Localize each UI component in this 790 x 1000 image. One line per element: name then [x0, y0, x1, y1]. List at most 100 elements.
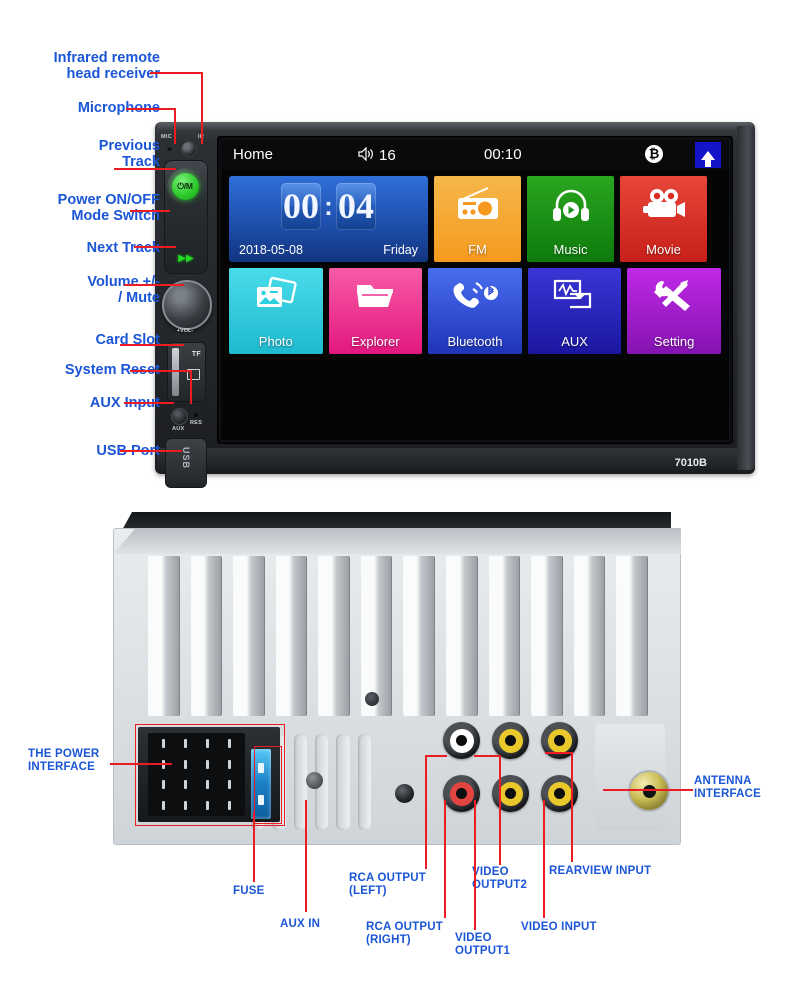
fin: [361, 556, 392, 716]
photo-icon: [229, 276, 323, 321]
rca-yellow-3[interactable]: [492, 775, 529, 812]
callout-power-interface: THE POWER INTERFACE: [28, 748, 100, 773]
callout-rca-right: RCA OUTPUT (RIGHT): [366, 921, 443, 946]
aux-input-jack[interactable]: [171, 408, 188, 425]
leader-mic-v: [174, 108, 176, 144]
leader-mic-h: [126, 108, 176, 110]
tile-music[interactable]: Music: [527, 176, 614, 262]
callout-volume-mute: Volume +/- / Mute: [87, 274, 160, 307]
callout-previous-track: Previous Track: [98, 138, 160, 171]
aux-in-jack-rear[interactable]: [395, 784, 414, 803]
speaker-icon: [358, 146, 375, 165]
rca-white[interactable]: [443, 722, 480, 759]
fin: [532, 556, 562, 716]
home-button[interactable]: [695, 142, 721, 168]
leader-ir-v: [201, 72, 203, 144]
antenna-jack[interactable]: [628, 770, 670, 812]
leader-power-rear: [110, 763, 172, 765]
touch-screen[interactable]: Home 16 00:10 ₿ 00: 04 2018-05-08 Frida…: [221, 140, 729, 440]
fin: [191, 556, 222, 716]
fin: [149, 556, 179, 716]
leader-volume-h: [124, 284, 184, 286]
up-arrow-icon: [701, 150, 715, 167]
callout-video-input: VIDEO INPUT: [521, 921, 597, 933]
usb-label: USB: [181, 446, 191, 469]
power-mode-label: ⏻/M: [171, 172, 199, 200]
clock-digits: 00 : 04: [237, 183, 420, 230]
mount-hole-center: [306, 772, 323, 789]
tile-movie[interactable]: Movie: [620, 176, 707, 262]
fuse-highlight: [254, 746, 282, 824]
tf-card-slot[interactable]: TF: [167, 342, 206, 402]
fin: [574, 556, 605, 716]
tile-aux-label: AUX: [561, 334, 588, 349]
rca-jack-panel: [443, 722, 623, 832]
power-mode-button[interactable]: ⏻/M: [167, 168, 203, 204]
tile-explorer[interactable]: Explorer: [328, 268, 423, 354]
leader-next-h: [134, 246, 176, 248]
tile-movie-label: Movie: [646, 242, 681, 257]
microphone-hole: [167, 146, 172, 151]
leader-antenna-h: [603, 789, 693, 791]
fin: [319, 556, 349, 716]
bluetooth-icon[interactable]: ₿: [645, 145, 663, 163]
clock-date: 2018-05-08: [239, 243, 303, 257]
rca-yellow-1[interactable]: [492, 722, 529, 759]
callout-ir-receiver: Infrared remote head receiver: [53, 50, 160, 83]
callout-rearview-input: REARVIEW INPUT: [549, 865, 652, 877]
tf-card-opening: [172, 348, 179, 396]
next-track-icon[interactable]: ▶▶: [165, 254, 207, 264]
leader-fuse-v: [253, 812, 255, 882]
front-control-column: MIC IR ◀◀ ▶▶ ⏻/M +VOL- TF AUX RES USB: [161, 132, 212, 488]
tile-setting[interactable]: Setting: [627, 268, 721, 354]
usb-port[interactable]: USB: [165, 438, 207, 488]
front-bottom-edge: [157, 448, 753, 474]
vent-slot: [357, 734, 371, 830]
headphones-icon: [527, 185, 614, 229]
fin: [617, 556, 647, 716]
leader-rearview-v: [571, 752, 573, 862]
volume-indicator: 16: [358, 146, 396, 164]
callout-fuse: FUSE: [233, 885, 265, 897]
tile-aux[interactable]: AUX: [527, 268, 622, 354]
folder-icon: [329, 277, 423, 321]
leader-auxin-v: [305, 800, 307, 912]
leader-reset-h: [130, 370, 192, 372]
status-bar: Home 16 00:10 ₿: [221, 140, 729, 170]
leader-reset-v: [190, 370, 192, 404]
callout-video-output1: VIDEO OUTPUT1: [455, 932, 511, 957]
volume-knob[interactable]: [162, 280, 212, 330]
fin: [234, 556, 264, 716]
leader-auxin-h: [124, 402, 174, 404]
leader-rcaleft-h: [425, 755, 447, 757]
tile-bluetooth[interactable]: Bluetooth: [428, 268, 522, 354]
tile-photo-label: Photo: [258, 334, 293, 349]
clock-weekday: Friday: [383, 243, 418, 257]
ir-receiver-icon: [181, 141, 197, 157]
leader-power-h: [130, 210, 170, 212]
front-right-edge: [737, 126, 755, 470]
tile-bluetooth-label: Bluetooth: [447, 334, 503, 349]
front-panel-unit: MIC IR ◀◀ ▶▶ ⏻/M +VOL- TF AUX RES USB Ho…: [155, 122, 755, 488]
status-time: 00:10: [484, 146, 522, 163]
leader-card-h: [120, 344, 184, 346]
rear-panel-unit: [113, 512, 681, 845]
system-reset-button[interactable]: [194, 413, 198, 417]
tile-photo[interactable]: Photo: [229, 268, 323, 354]
clock-hours: 00: [281, 183, 321, 230]
tile-row-2: Photo Explorer Bluetooth AUX Setting: [229, 268, 721, 354]
clock-separator: :: [324, 191, 333, 221]
leader-vinput-v: [543, 800, 545, 918]
vent-slot: [336, 734, 350, 830]
leader-vout2-h: [474, 755, 500, 757]
tile-explorer-label: Explorer: [351, 334, 400, 349]
clock-widget[interactable]: 00 : 04 2018-05-08 Friday: [229, 176, 428, 262]
tools-icon: [627, 277, 721, 321]
leader-ir-h: [150, 72, 203, 74]
tile-fm[interactable]: FM: [434, 176, 521, 262]
camcorder-icon: [620, 185, 707, 229]
leader-prev-h: [114, 168, 176, 170]
bluetooth-glyph: ₿: [645, 145, 663, 163]
res-label: RES: [190, 420, 203, 426]
aux-label: AUX: [172, 426, 185, 432]
